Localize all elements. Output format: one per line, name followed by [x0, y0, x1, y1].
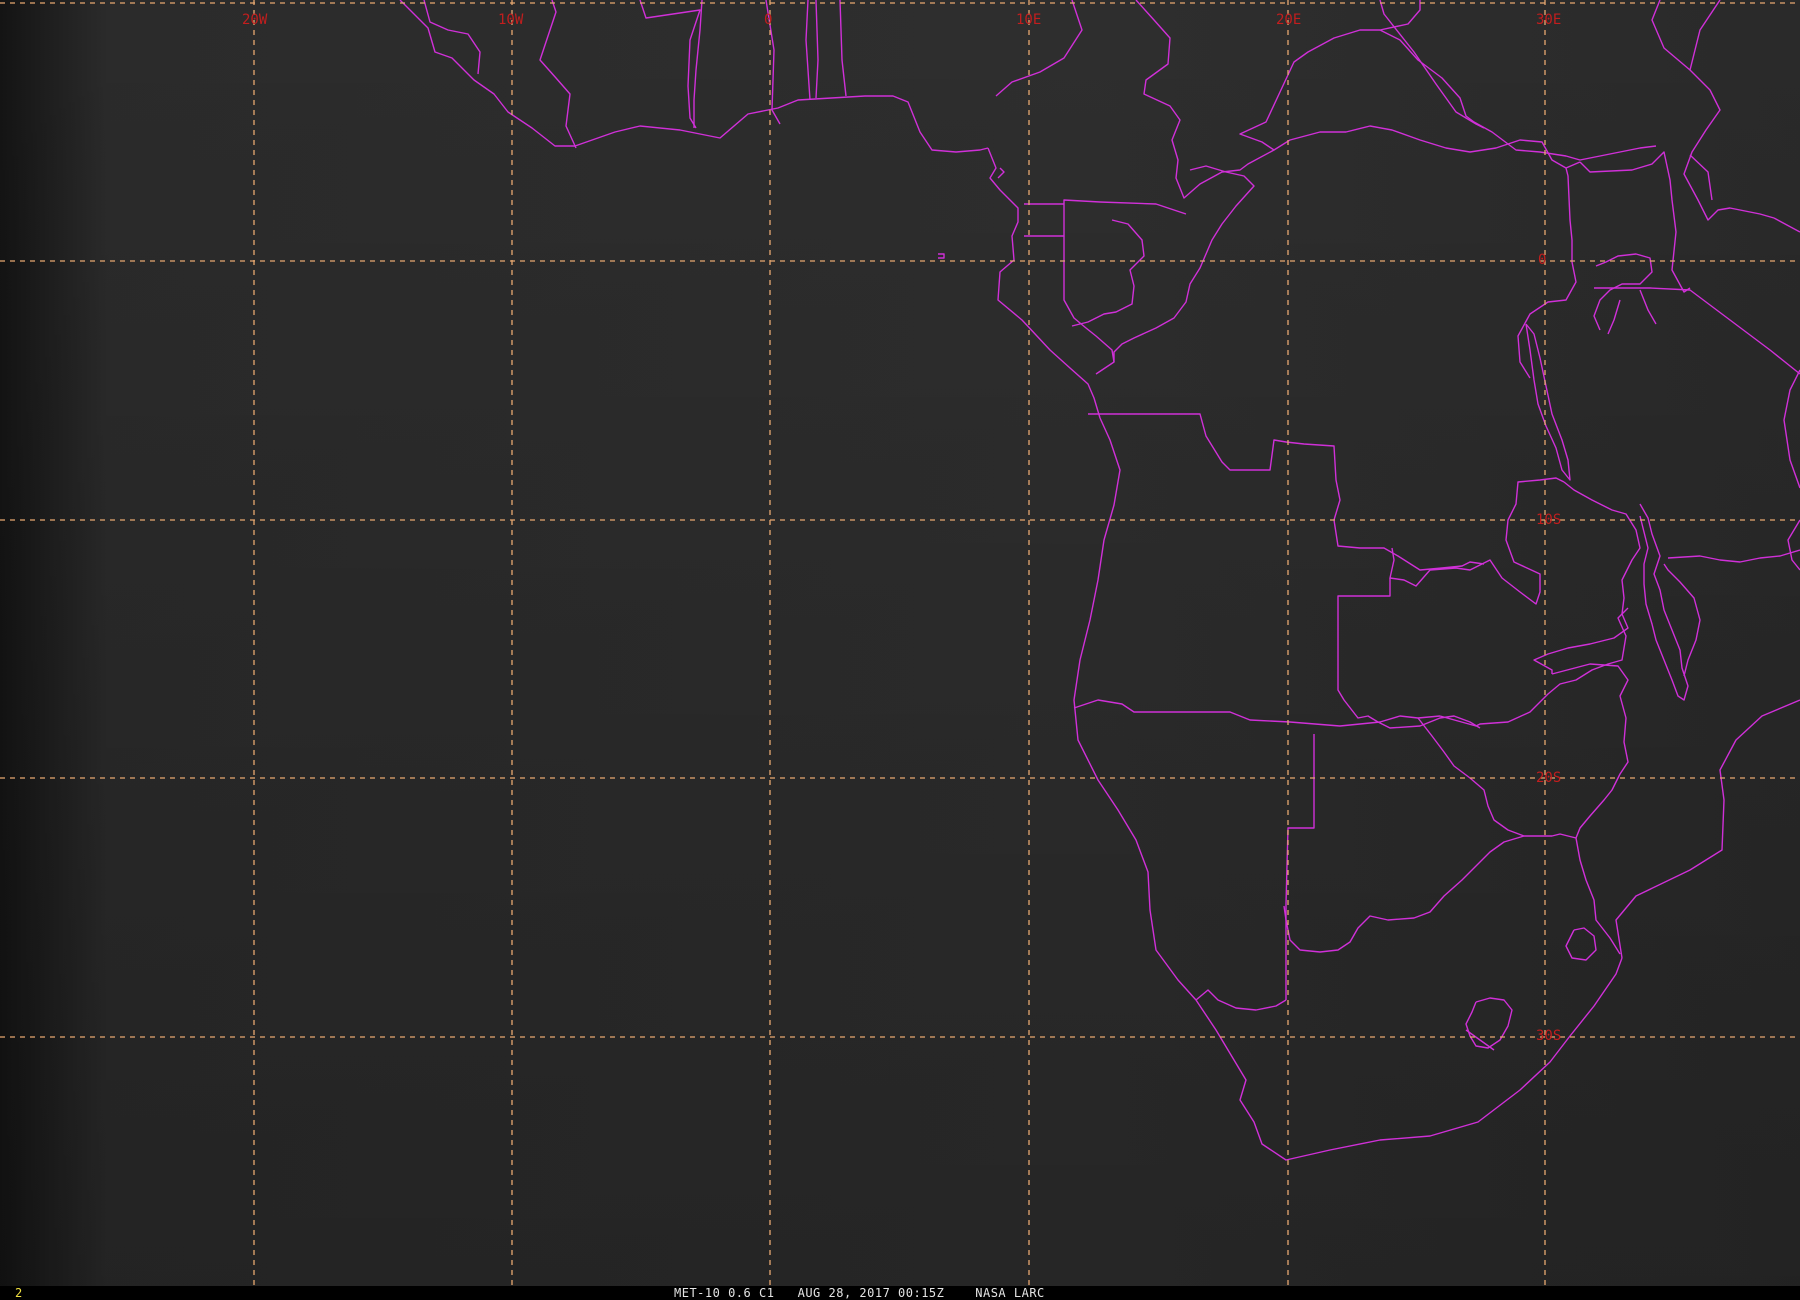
satellite-image-map: 20W 10W 0 10E 20E 30E 0 10S 20S 30S	[0, 0, 1800, 1286]
lon-label-30e: 30E	[1536, 12, 1561, 28]
lon-label-20e: 20E	[1276, 12, 1301, 28]
image-caption: MET-10 0.6 C1 AUG 28, 2017 00:15Z NASA L…	[674, 1286, 1045, 1300]
lat-label-0: 0	[1538, 252, 1546, 268]
lon-label-20w: 20W	[242, 12, 268, 28]
lon-label-10w: 10W	[498, 12, 524, 28]
lat-label-30s: 30S	[1536, 1028, 1561, 1044]
lat-label-20s: 20S	[1536, 770, 1561, 786]
satellite-map-viewport: 20W 10W 0 10E 20E 30E 0 10S 20S 30S 2 ME…	[0, 0, 1800, 1300]
lon-label-0: 0	[764, 12, 772, 28]
lat-label-10s: 10S	[1536, 512, 1561, 528]
frame-number: 2	[15, 1286, 23, 1300]
lon-label-10e: 10E	[1016, 12, 1041, 28]
satellite-background-shade	[0, 0, 1800, 1286]
status-bar: 2 MET-10 0.6 C1 AUG 28, 2017 00:15Z NASA…	[0, 1286, 1800, 1300]
